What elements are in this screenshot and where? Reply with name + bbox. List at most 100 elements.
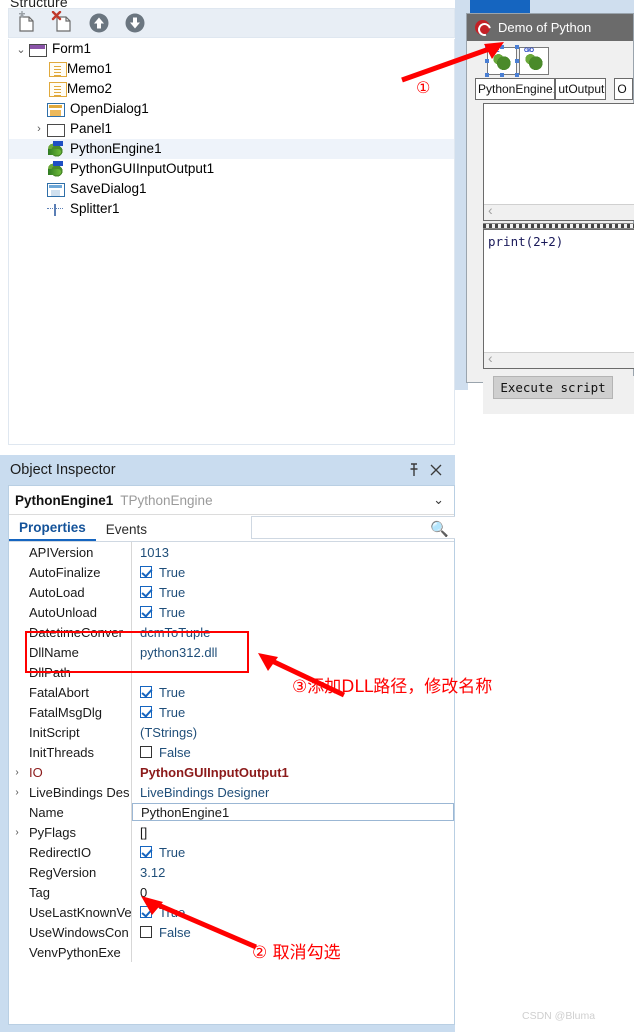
property-row[interactable]: VenvPythonExe: [9, 942, 454, 962]
property-value[interactable]: PythonEngine1: [132, 803, 454, 821]
property-list[interactable]: APIVersion 1013 AutoFinalize True AutoLoad Tr…: [9, 542, 454, 1022]
property-value[interactable]: True: [132, 605, 185, 620]
property-row[interactable]: APIVersion 1013: [9, 542, 454, 562]
form-canvas[interactable]: PE GIO PythonEngine1 utOutput1 O ‹ print…: [467, 41, 634, 414]
checkbox[interactable]: [140, 906, 152, 918]
property-value[interactable]: PythonGUIInputOutput1: [132, 765, 289, 780]
resize-handle[interactable]: [485, 59, 489, 63]
property-value[interactable]: 1013: [132, 545, 169, 560]
property-row[interactable]: RedirectIO True: [9, 842, 454, 862]
tree-item-pythonengine1[interactable]: PythonEngine1: [9, 139, 454, 159]
property-value[interactable]: LiveBindings Designer: [132, 785, 269, 800]
resize-handle[interactable]: [485, 45, 489, 49]
property-row[interactable]: › IO PythonGUIInputOutput1: [9, 762, 454, 782]
property-row[interactable]: AutoFinalize True: [9, 562, 454, 582]
property-row[interactable]: InitScript (TStrings): [9, 722, 454, 742]
edit-box-3[interactable]: O: [614, 78, 633, 100]
tree-item-label: Form1: [52, 41, 92, 56]
tree-item-splitter1[interactable]: Splitter1: [9, 199, 454, 219]
tree-expander-icon[interactable]: ›: [31, 123, 47, 135]
tree-item-panel1[interactable]: › Panel1: [9, 119, 454, 139]
property-value[interactable]: []: [132, 825, 147, 840]
search-icon[interactable]: 🔍: [430, 520, 449, 538]
panel1[interactable]: Execute script: [483, 376, 634, 414]
property-name: AutoLoad: [29, 584, 85, 600]
execute-script-button[interactable]: Execute script: [493, 376, 613, 399]
checkbox[interactable]: [140, 706, 152, 718]
tree-item-memo1[interactable]: Memo1: [9, 59, 454, 79]
checkbox[interactable]: [140, 566, 152, 578]
property-value[interactable]: False: [132, 745, 191, 760]
tree-expander-icon[interactable]: ⌄: [13, 43, 29, 56]
delete-item-icon[interactable]: [51, 10, 77, 35]
property-name: UseWindowsCon: [29, 924, 129, 940]
property-value[interactable]: False: [132, 925, 191, 940]
pin-icon[interactable]: [407, 462, 421, 478]
resize-handle[interactable]: [485, 73, 489, 77]
form-titlebar: Demo of Python: [467, 14, 633, 41]
property-value[interactable]: 0: [132, 885, 147, 900]
property-row[interactable]: › LiveBindings Des LiveBindings Designer: [9, 782, 454, 802]
memo2-hscrollbar[interactable]: [484, 350, 634, 368]
memo2-script[interactable]: print(2+2): [483, 229, 634, 369]
close-icon[interactable]: [429, 462, 443, 478]
property-row[interactable]: UseLastKnownVe True: [9, 902, 454, 922]
edit-boxes-row[interactable]: PythonEngine1 utOutput1 O: [475, 78, 633, 100]
tree-item-pythonguiinputoutput1[interactable]: PythonGUIInputOutput1: [9, 159, 454, 179]
move-down-icon[interactable]: [123, 11, 149, 35]
property-value[interactable]: 3.12: [132, 865, 165, 880]
chevron-down-icon[interactable]: ⌄: [433, 492, 444, 508]
checkbox[interactable]: [140, 686, 152, 698]
tree-item-label: PythonEngine1: [70, 141, 162, 156]
tab-properties[interactable]: Properties: [9, 518, 96, 541]
property-row[interactable]: RegVersion 3.12: [9, 862, 454, 882]
property-value[interactable]: True: [132, 905, 185, 920]
tree-item-form1[interactable]: ⌄ Form1: [9, 39, 454, 59]
designer-tabstrip[interactable]: [455, 0, 634, 13]
active-tab-indicator[interactable]: [470, 0, 530, 13]
tab-events[interactable]: Events: [96, 520, 157, 541]
move-up-icon[interactable]: [87, 11, 113, 35]
property-row[interactable]: InitThreads False: [9, 742, 454, 762]
property-name: RedirectIO: [29, 844, 92, 860]
checkbox[interactable]: [140, 846, 152, 858]
property-row[interactable]: FatalMsgDlg True: [9, 702, 454, 722]
property-value[interactable]: (TStrings): [132, 725, 197, 740]
edit-box-1[interactable]: PythonEngine1: [475, 78, 556, 100]
property-expander-icon[interactable]: ›: [9, 827, 25, 838]
property-value[interactable]: True: [132, 705, 185, 720]
search-input[interactable]: 🔍: [251, 516, 456, 539]
property-row[interactable]: Name PythonEngine1: [9, 802, 454, 822]
python-engine-component[interactable]: PE: [485, 45, 519, 77]
property-row[interactable]: › PyFlags []: [9, 822, 454, 842]
checkbox[interactable]: [140, 926, 152, 938]
checkbox[interactable]: [140, 746, 152, 758]
tree-item-savedialog1[interactable]: SaveDialog1: [9, 179, 454, 199]
edit-box-2[interactable]: utOutput1: [555, 78, 607, 100]
property-value[interactable]: True: [132, 845, 185, 860]
resize-handle[interactable]: [500, 45, 504, 49]
python-gui-io-component[interactable]: GIO: [519, 47, 549, 75]
property-value[interactable]: True: [132, 565, 185, 580]
structure-tree[interactable]: ⌄ Form1 Memo1 Memo2 OpenDialog1 › Panel1 Python…: [8, 39, 455, 445]
property-row[interactable]: Tag 0: [9, 882, 454, 902]
property-row[interactable]: AutoUnload True: [9, 602, 454, 622]
property-expander-icon[interactable]: ›: [9, 787, 25, 798]
property-value[interactable]: True: [132, 585, 185, 600]
new-item-icon[interactable]: [15, 11, 41, 35]
tree-item-opendialog1[interactable]: OpenDialog1: [9, 99, 454, 119]
memo1-output[interactable]: [483, 103, 634, 221]
property-row[interactable]: AutoLoad True: [9, 582, 454, 602]
property-row[interactable]: UseWindowsCon False: [9, 922, 454, 942]
object-selector[interactable]: PythonEngine1 TPythonEngine ⌄: [9, 486, 454, 515]
checkbox[interactable]: [140, 586, 152, 598]
property-value[interactable]: True: [132, 685, 185, 700]
memo1-hscrollbar[interactable]: [484, 202, 634, 220]
object-inspector-tabs[interactable]: Properties Events 🔍: [9, 515, 456, 542]
property-expander-icon[interactable]: ›: [9, 767, 25, 778]
resize-handle[interactable]: [500, 73, 504, 77]
nonvisual-components[interactable]: PE GIO: [485, 45, 633, 77]
annotation-label-1: ①: [416, 78, 431, 97]
checkbox[interactable]: [140, 606, 152, 618]
tree-item-memo2[interactable]: Memo2: [9, 79, 454, 99]
